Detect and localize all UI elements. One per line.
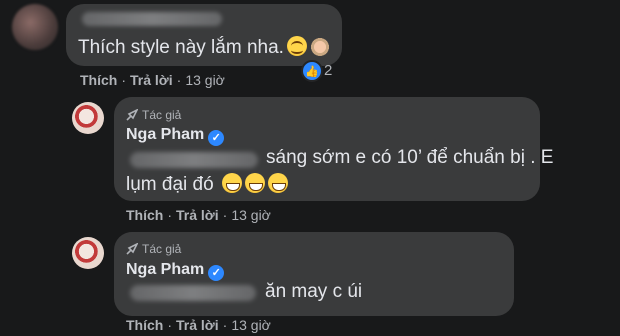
author-badge: Tác giả: [126, 242, 181, 256]
comment-text: Thích style này lắm nha.: [78, 37, 284, 58]
reply-actions: Thích · Trả lời · 13 giờ: [126, 317, 271, 333]
timestamp[interactable]: 13 giờ: [231, 317, 271, 333]
person-emoji-icon: [309, 36, 330, 56]
like-link[interactable]: Thích: [126, 207, 163, 223]
mention-blurred[interactable]: [130, 285, 256, 301]
smiling-emoji-icon: [286, 36, 307, 56]
reply-link[interactable]: Trả lời: [176, 317, 219, 333]
verified-badge-icon: ✓: [208, 130, 225, 146]
like-link[interactable]: Thích: [80, 72, 117, 88]
reply-text-line2-row: lụm đại đó: [126, 171, 288, 198]
mention-blurred[interactable]: [130, 152, 258, 168]
grinning-emoji-icon: [244, 173, 265, 193]
grinning-emoji-icon: [267, 173, 288, 193]
author-avatar[interactable]: [72, 102, 104, 134]
reply-text-line2: lụm đại đó: [126, 174, 214, 195]
reply-actions: Thích · Trả lời · 13 giờ: [126, 207, 271, 223]
reply-text: ăn may c úi: [265, 281, 363, 302]
author-badge: Tác giả: [126, 108, 181, 122]
comment-actions: Thích · Trả lời · 13 giờ: [80, 72, 225, 88]
commenter-name-blurred[interactable]: [82, 12, 222, 26]
author-name-text[interactable]: Nga Pham: [126, 261, 204, 278]
author-badge-label: Tác giả: [142, 108, 182, 122]
author-name[interactable]: Nga Pham ✓: [126, 126, 225, 146]
like-link[interactable]: Thích: [126, 317, 163, 333]
author-badge-label: Tác giả: [142, 242, 182, 256]
author-avatar[interactable]: [72, 237, 104, 269]
reaction-count[interactable]: 2: [324, 62, 332, 79]
author-badge-icon: [126, 243, 138, 255]
author-name-text[interactable]: Nga Pham: [126, 126, 204, 143]
reply-text-line1: sáng sớm e có 10’ để chuẩn bị . E: [266, 147, 554, 168]
thumbs-up-icon[interactable]: 👍: [301, 60, 323, 82]
verified-badge-icon: ✓: [208, 265, 225, 281]
author-name[interactable]: Nga Pham ✓: [126, 261, 225, 281]
timestamp[interactable]: 13 giờ: [185, 72, 225, 88]
reply-link[interactable]: Trả lời: [176, 207, 219, 223]
author-badge-icon: [126, 109, 138, 121]
comment-text-row: Thích style này lắm nha.: [78, 36, 330, 59]
reply-link[interactable]: Trả lời: [130, 72, 173, 88]
timestamp[interactable]: 13 giờ: [231, 207, 271, 223]
commenter-avatar[interactable]: [12, 4, 58, 50]
grinning-emoji-icon: [221, 173, 242, 193]
